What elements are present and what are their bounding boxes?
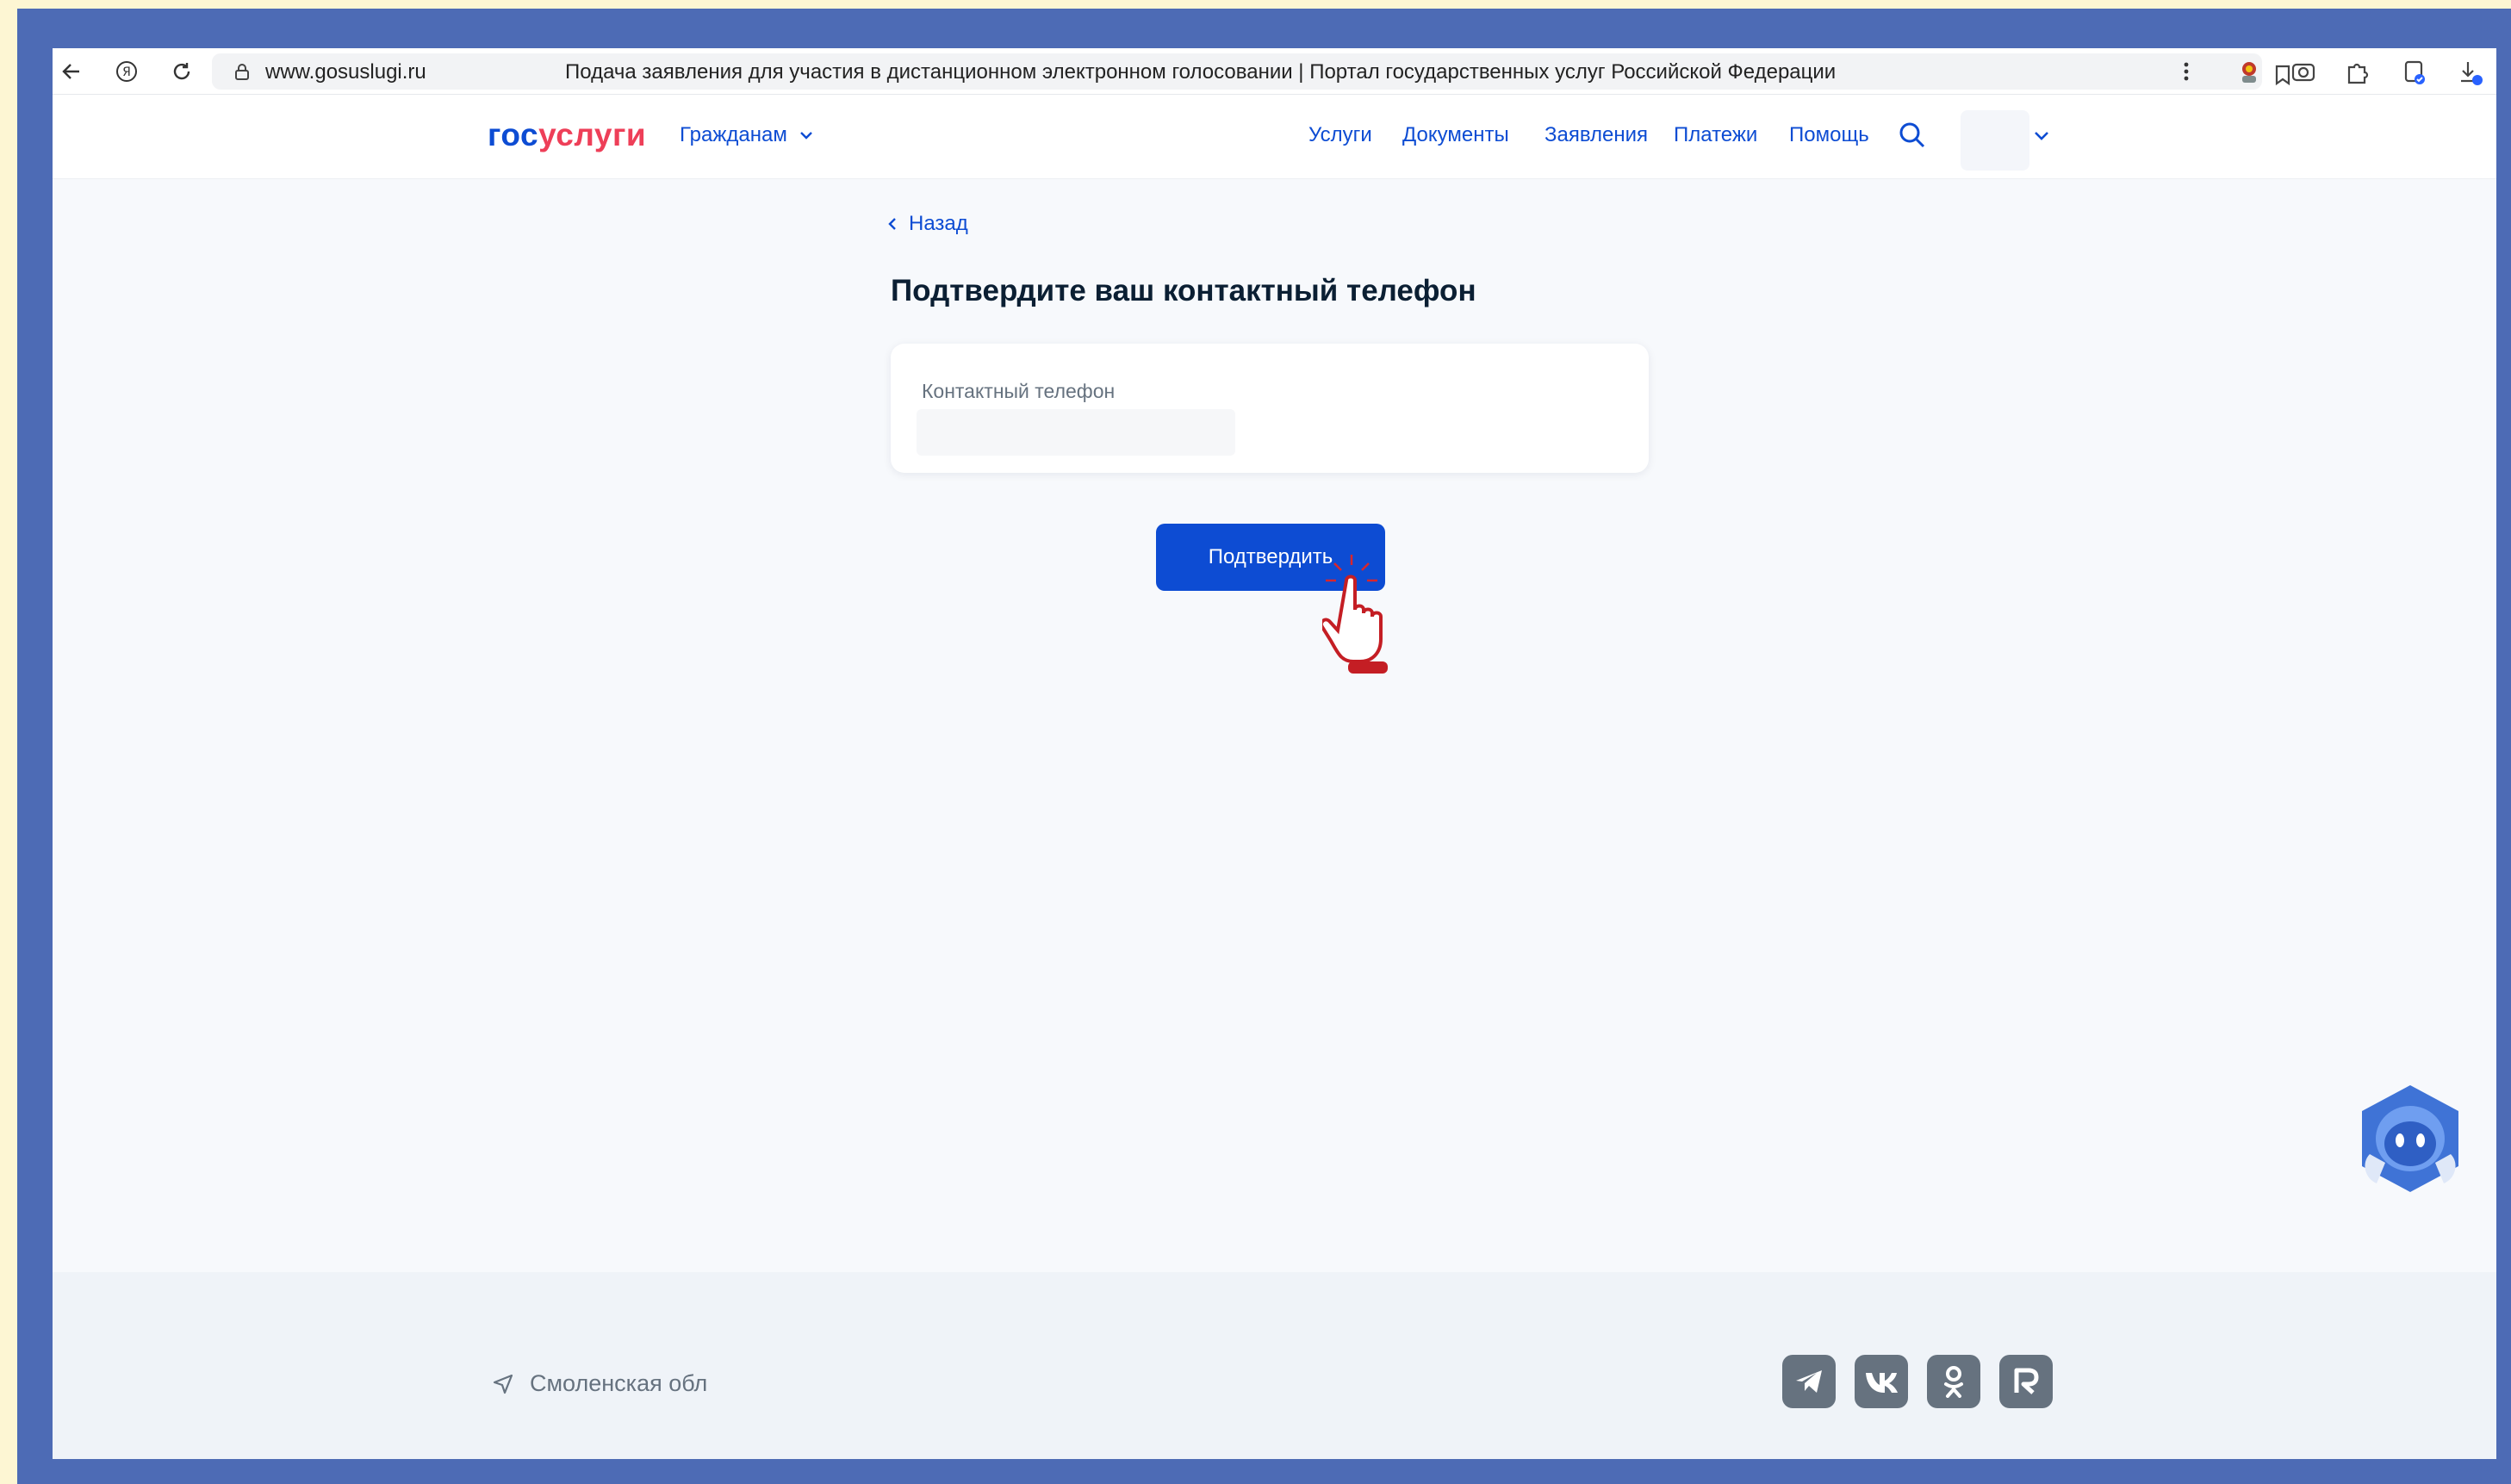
menu-dots-icon[interactable] bbox=[2172, 58, 2200, 85]
page-title-text: Подача заявления для участия в дистанцио… bbox=[565, 60, 1837, 84]
search-icon[interactable] bbox=[1898, 121, 1927, 150]
nav-help[interactable]: Помощь bbox=[1789, 123, 1869, 147]
back-label: Назад bbox=[909, 212, 968, 235]
telegram-icon[interactable] bbox=[1782, 1355, 1836, 1408]
yandex-icon[interactable]: Я bbox=[113, 58, 140, 85]
phone-card: Контактный телефон bbox=[891, 344, 1649, 473]
reload-icon[interactable] bbox=[168, 58, 196, 85]
nav-payments[interactable]: Платежи bbox=[1674, 123, 1757, 147]
audience-label: Гражданам bbox=[680, 123, 787, 146]
odnoklassniki-icon[interactable] bbox=[1927, 1355, 1980, 1408]
page-heading: Подтвердите ваш контактный телефон bbox=[891, 274, 1476, 307]
hand-pointer-icon bbox=[1322, 555, 1388, 674]
browser-toolbar: Я www.gosuslugi.ru Подача заявления для … bbox=[53, 48, 2496, 95]
rutube-icon[interactable] bbox=[1999, 1355, 2053, 1408]
region-selector[interactable]: Смоленская обл bbox=[492, 1370, 707, 1397]
vk-icon[interactable] bbox=[1855, 1355, 1908, 1408]
browser-window: Я www.gosuslugi.ru Подача заявления для … bbox=[53, 48, 2496, 1459]
screenshot-extension-icon[interactable] bbox=[2290, 59, 2317, 86]
chevron-left-icon bbox=[888, 218, 896, 230]
avatar[interactable] bbox=[1961, 110, 2029, 171]
logo-part-gos: гос bbox=[488, 117, 539, 152]
gosuslugi-logo[interactable]: госуслуги bbox=[488, 117, 646, 153]
address-bar[interactable]: www.gosuslugi.ru Подача заявления для уч… bbox=[212, 53, 2290, 90]
nav-applications[interactable]: Заявления bbox=[1545, 123, 1648, 147]
nav-services[interactable]: Услуги bbox=[1308, 123, 1372, 147]
audience-dropdown[interactable]: Гражданам bbox=[680, 123, 813, 147]
url-text: www.gosuslugi.ru bbox=[265, 60, 426, 84]
back-link[interactable]: Назад bbox=[888, 212, 968, 236]
puzzle-extension-icon[interactable] bbox=[2344, 59, 2371, 86]
download-icon[interactable] bbox=[2456, 59, 2483, 86]
assistant-robot-icon[interactable] bbox=[2354, 1082, 2466, 1202]
phone-field-label: Контактный телефон bbox=[922, 380, 1116, 402]
lock-icon bbox=[235, 64, 249, 80]
chevron-down-icon bbox=[800, 132, 812, 140]
extension-avatar-icon[interactable] bbox=[2235, 59, 2263, 86]
footer: Смоленская обл bbox=[53, 1272, 2496, 1459]
nav-documents[interactable]: Документы bbox=[1402, 123, 1509, 147]
phone-field-value bbox=[917, 409, 1235, 456]
document-extension-icon[interactable] bbox=[2401, 59, 2428, 86]
svg-text:Я: Я bbox=[122, 65, 131, 79]
location-arrow-icon bbox=[493, 1374, 513, 1394]
logo-part-uslugi: услуги bbox=[538, 117, 647, 152]
region-label: Смоленская обл bbox=[530, 1370, 708, 1396]
profile-chevron-down-icon[interactable] bbox=[2034, 131, 2049, 141]
back-arrow-icon[interactable] bbox=[58, 58, 85, 85]
site-header bbox=[53, 95, 2496, 179]
